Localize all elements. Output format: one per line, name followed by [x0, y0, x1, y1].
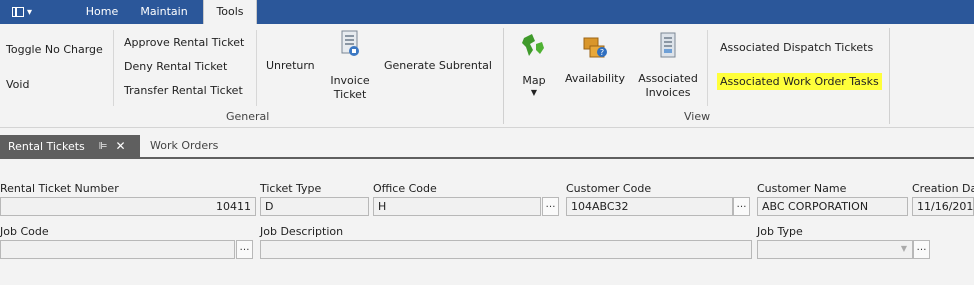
associated-invoices-label-1: Associated: [638, 72, 698, 85]
divider: [113, 30, 114, 106]
group-divider: [889, 28, 890, 124]
customer-name-field[interactable]: ABC CORPORATION: [757, 197, 908, 216]
associated-invoices-button[interactable]: Associated Invoices: [634, 30, 702, 102]
availability-button[interactable]: ? Availability: [562, 30, 628, 102]
group-label-general: General: [226, 110, 270, 123]
pin-icon[interactable]: ⊫: [99, 141, 108, 152]
unreturn-button[interactable]: Unreturn: [266, 59, 315, 72]
invoice-icon: [341, 30, 359, 56]
approve-rental-ticket-button[interactable]: Approve Rental Ticket: [124, 36, 244, 49]
rental-ticket-form: Rental Ticket Number Ticket Type Office …: [0, 160, 974, 285]
customer-code-lookup-button[interactable]: …: [733, 197, 750, 216]
creation-date-label: Creation Da: [912, 182, 974, 195]
tab-rental-tickets[interactable]: Rental Tickets ⊫ ✕: [0, 135, 140, 157]
tab-underline: [0, 157, 974, 159]
tab-work-orders[interactable]: Work Orders: [150, 139, 218, 152]
chevron-down-icon: ▾: [27, 6, 33, 18]
rental-ticket-number-field[interactable]: 10411: [0, 197, 256, 216]
ticket-type-field[interactable]: D: [260, 197, 369, 216]
invoice-ticket-button[interactable]: Invoice Ticket: [326, 30, 374, 102]
invoice-document-icon: [660, 32, 676, 58]
chevron-down-icon: ▼: [530, 88, 538, 97]
creation-date-field[interactable]: 11/16/201: [912, 197, 974, 216]
job-type-label: Job Type: [757, 225, 803, 238]
map-button[interactable]: Map ▼: [517, 30, 551, 102]
svg-text:?: ?: [600, 48, 604, 57]
associated-dispatch-tickets-button[interactable]: Associated Dispatch Tickets: [720, 41, 873, 54]
invoice-ticket-label-1: Invoice: [330, 74, 370, 87]
customer-name-label: Customer Name: [757, 182, 847, 195]
generate-subrental-button[interactable]: Generate Subrental: [384, 59, 492, 72]
void-button[interactable]: Void: [6, 78, 29, 91]
customer-code-field[interactable]: 104ABC32: [566, 197, 733, 216]
document-tab-bar: Rental Tickets ⊫ ✕ Work Orders: [0, 135, 974, 157]
map-globe-icon: [522, 34, 544, 56]
job-type-lookup-button[interactable]: …: [913, 240, 930, 259]
office-code-label: Office Code: [373, 182, 437, 195]
associated-work-order-tasks-button[interactable]: Associated Work Order Tasks: [717, 73, 882, 90]
tab-tools[interactable]: Tools: [203, 0, 257, 24]
toggle-no-charge-button[interactable]: Toggle No Charge: [6, 43, 103, 56]
tab-rental-tickets-label: Rental Tickets: [8, 139, 85, 153]
ticket-type-label: Ticket Type: [260, 182, 322, 195]
transfer-rental-ticket-button[interactable]: Transfer Rental Ticket: [124, 84, 243, 97]
office-code-field[interactable]: H: [373, 197, 541, 216]
group-label-view: View: [684, 110, 711, 123]
invoice-ticket-label-2: Ticket: [333, 88, 367, 101]
job-description-label: Job Description: [260, 225, 344, 238]
menu-bar: ▾ Home Maintain Tools: [0, 0, 974, 24]
tab-home[interactable]: Home: [78, 0, 126, 24]
job-type-field[interactable]: [757, 240, 913, 259]
divider: [256, 30, 257, 106]
close-icon[interactable]: ✕: [116, 139, 126, 153]
job-code-label: Job Code: [0, 225, 49, 238]
customer-code-label: Customer Code: [566, 182, 652, 195]
deny-rental-ticket-button[interactable]: Deny Rental Ticket: [124, 60, 227, 73]
job-code-field[interactable]: [0, 240, 235, 259]
divider: [707, 30, 708, 106]
availability-boxes-icon: ?: [583, 37, 607, 58]
job-code-lookup-button[interactable]: …: [236, 240, 253, 259]
app-menu-button[interactable]: ▾: [4, 3, 42, 21]
chevron-down-icon[interactable]: ▼: [897, 240, 911, 259]
group-divider: [503, 28, 504, 124]
availability-label: Availability: [565, 72, 625, 85]
tab-maintain[interactable]: Maintain: [133, 0, 195, 24]
rental-ticket-number-label: Rental Ticket Number: [0, 182, 119, 195]
ribbon: Toggle No Charge Void Approve Rental Tic…: [0, 24, 974, 128]
app-menu-icon: [12, 7, 24, 17]
office-code-lookup-button[interactable]: …: [542, 197, 559, 216]
associated-invoices-label-2: Invoices: [645, 86, 691, 99]
job-description-field[interactable]: [260, 240, 752, 259]
